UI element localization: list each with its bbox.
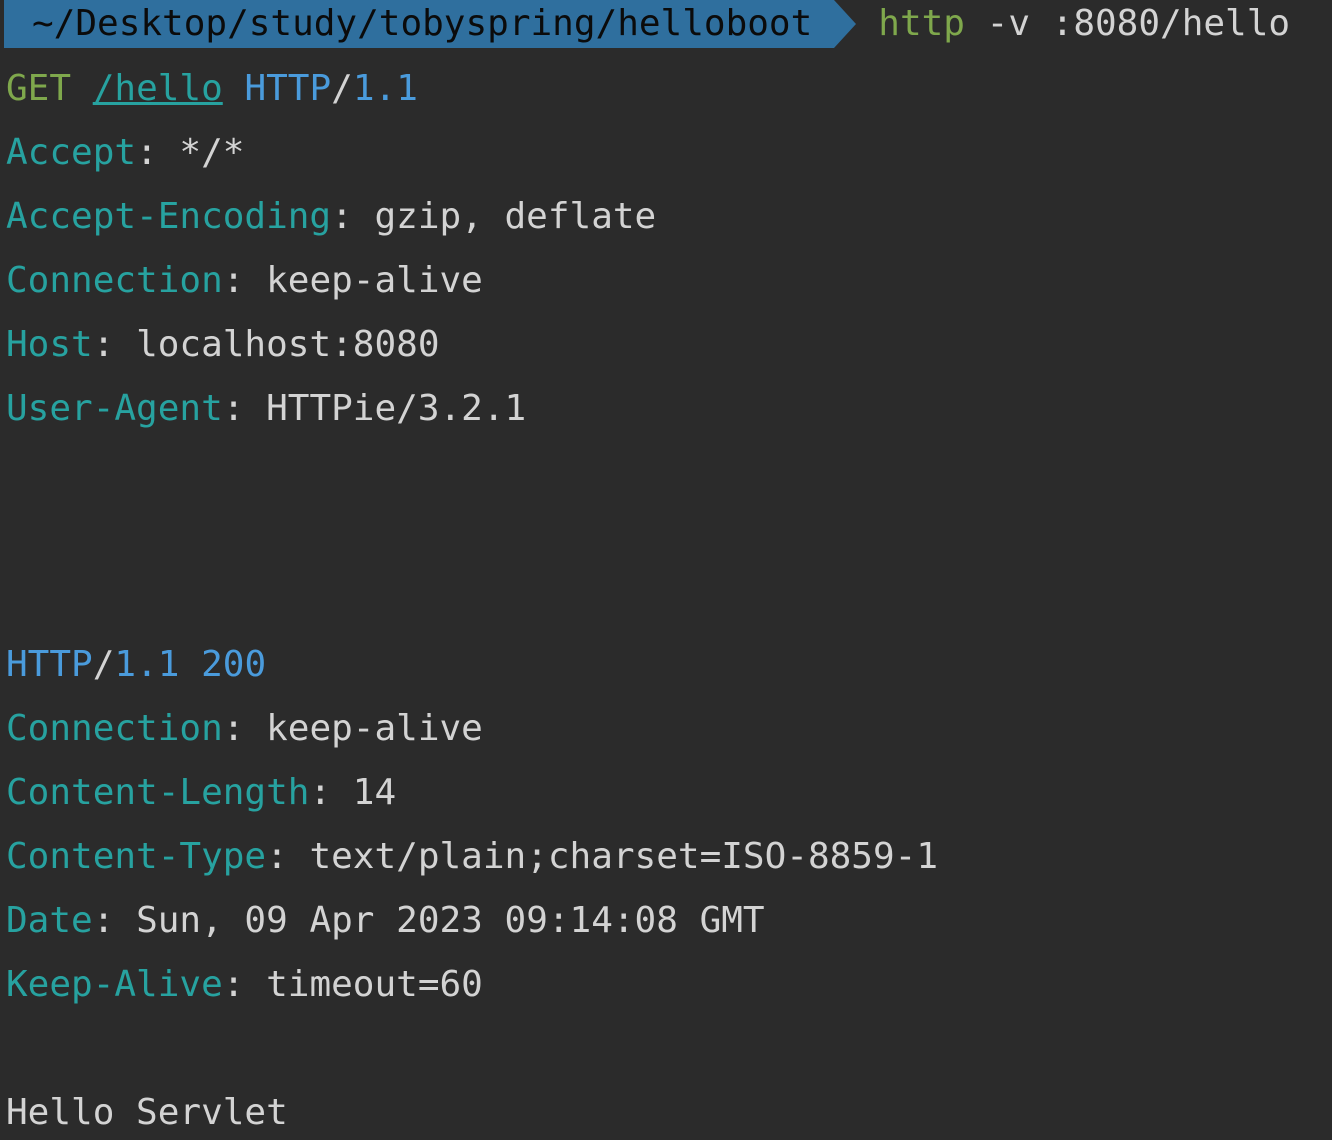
request-header: Accept: */* <box>6 132 245 173</box>
prompt-arrow-icon <box>834 0 857 48</box>
request-version: 1.1 <box>352 68 418 109</box>
response-protocol: HTTP <box>6 644 93 685</box>
prompt-cwd: ~/Desktop/study/tobyspring/helloboot <box>4 0 835 48</box>
request-path: /hello <box>92 68 223 109</box>
prompt-args: -v :8080/hello <box>964 3 1291 44</box>
response-header: Keep-Alive: timeout=60 <box>6 964 483 1005</box>
response-status-code: 200 <box>201 644 267 685</box>
response-header: Connection: keep-alive <box>6 708 483 749</box>
header-name: User-Agent <box>6 388 223 429</box>
header-value: gzip, deflate <box>374 196 657 237</box>
response-version: 1.1 <box>114 644 180 685</box>
header-value: 14 <box>352 772 397 813</box>
header-name: Keep-Alive <box>6 964 223 1005</box>
header-name: Host <box>6 324 93 365</box>
header-name: Connection <box>6 260 223 301</box>
terminal-window[interactable]: ~/Desktop/study/tobyspring/helloboot http… <box>0 0 1332 1140</box>
response-header: Content-Length: 14 <box>6 772 397 813</box>
response-body: Hello Servlet <box>6 1088 288 1138</box>
request-header: User-Agent: HTTPie/3.2.1 <box>6 388 527 429</box>
header-name: Connection <box>6 708 223 749</box>
header-value: Sun, 09 Apr 2023 09:14:08 GMT <box>136 900 765 941</box>
header-value: text/plain;charset=ISO-8859-1 <box>309 836 938 877</box>
prompt-command: http <box>878 3 965 44</box>
request-header: Connection: keep-alive <box>6 260 483 301</box>
request-line: GET /hello HTTP/1.1 <box>6 68 418 109</box>
response-header: Content-Type: text/plain;charset=ISO-885… <box>6 836 938 877</box>
request-header: Host: localhost:8080 <box>6 324 440 365</box>
header-name: Content-Length <box>6 772 310 813</box>
header-name: Accept <box>6 132 137 173</box>
request-protocol: HTTP <box>244 68 332 109</box>
header-value: localhost:8080 <box>136 324 440 365</box>
shell-prompt: ~/Desktop/study/tobyspring/helloboot http… <box>0 0 1290 48</box>
request-header: Accept-Encoding: gzip, deflate <box>6 196 657 237</box>
response-body-text: Hello Servlet <box>6 1092 288 1133</box>
response-status-line: HTTP/1.1 200 <box>6 644 267 685</box>
header-value: HTTPie/3.2.1 <box>266 388 527 429</box>
header-name: Accept-Encoding <box>6 196 332 237</box>
header-value: timeout=60 <box>266 964 483 1005</box>
header-value: */* <box>179 132 245 173</box>
header-name: Date <box>6 900 93 941</box>
request-method: GET <box>6 68 72 109</box>
header-value: keep-alive <box>266 260 483 301</box>
response-header: Date: Sun, 09 Apr 2023 09:14:08 GMT <box>6 900 765 941</box>
header-value: keep-alive <box>266 708 483 749</box>
header-name: Content-Type <box>6 836 267 877</box>
